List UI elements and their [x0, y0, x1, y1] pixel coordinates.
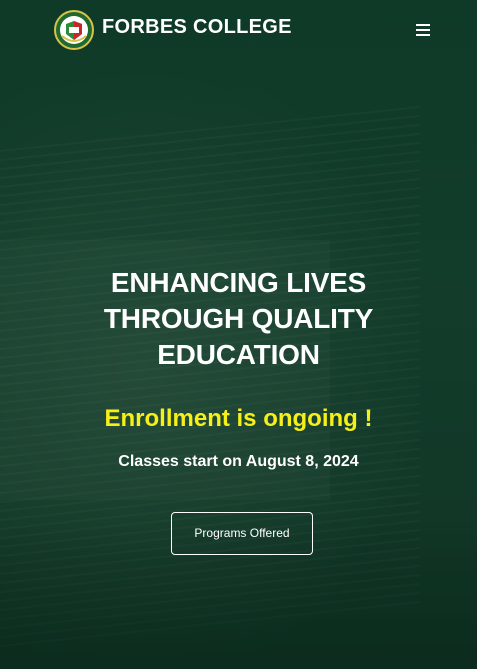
- college-name[interactable]: FORBES COLLEGE: [102, 16, 292, 39]
- hamburger-menu-icon[interactable]: [414, 20, 434, 40]
- hero-headline: ENHANCING LIVES THROUGH QUALITY EDUCATIO…: [103, 267, 374, 370]
- site-header: FORBES COLLEGE: [0, 0, 477, 60]
- hero-content: ENHANCING LIVES THROUGH QUALITY EDUCATIO…: [0, 265, 477, 471]
- college-logo-icon[interactable]: [54, 10, 94, 50]
- hero-page: FORBES COLLEGE ENHANCING LIVES THROUGH Q…: [0, 0, 477, 669]
- enrollment-notice: Enrollment is ongoing !: [104, 405, 373, 432]
- classes-start-date: Classes start on August 8, 2024: [118, 453, 359, 470]
- programs-offered-button[interactable]: Programs Offered: [171, 512, 313, 555]
